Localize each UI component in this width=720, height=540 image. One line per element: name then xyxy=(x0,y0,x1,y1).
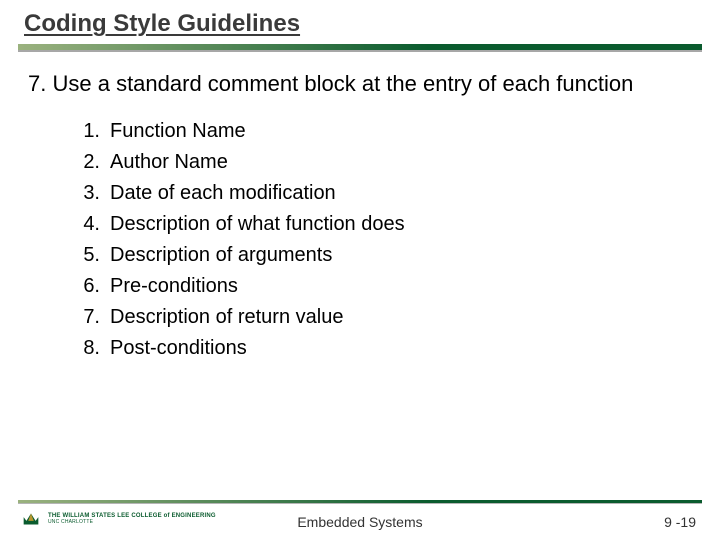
list-item-number: 3. xyxy=(70,178,110,209)
list-item: 6. Pre-conditions xyxy=(70,271,720,302)
list-item: 1. Function Name xyxy=(70,116,720,147)
ordered-list: 1. Function Name 2. Author Name 3. Date … xyxy=(0,98,720,364)
list-item-text: Author Name xyxy=(110,147,228,178)
list-item-text: Post-conditions xyxy=(110,333,247,364)
list-item-number: 7. xyxy=(70,302,110,333)
title-divider-shadow xyxy=(18,50,702,52)
list-item-number: 5. xyxy=(70,240,110,271)
list-item-number: 1. xyxy=(70,116,110,147)
list-item: 8. Post-conditions xyxy=(70,333,720,364)
section-heading: 7. Use a standard comment block at the e… xyxy=(0,52,720,98)
list-item-number: 2. xyxy=(70,147,110,178)
list-item-number: 4. xyxy=(70,209,110,240)
list-item: 5. Description of arguments xyxy=(70,240,720,271)
list-item-text: Description of return value xyxy=(110,302,343,333)
list-item: 3. Date of each modification xyxy=(70,178,720,209)
section-number: 7. xyxy=(28,71,46,96)
list-item: 7. Description of return value xyxy=(70,302,720,333)
list-item-text: Function Name xyxy=(110,116,246,147)
slide-title: Coding Style Guidelines xyxy=(0,0,720,42)
list-item-text: Description of what function does xyxy=(110,209,405,240)
list-item-number: 8. xyxy=(70,333,110,364)
slide-footer: THE WILLIAM STATES LEE COLLEGE of ENGINE… xyxy=(0,500,720,540)
footer-divider-shadow xyxy=(18,503,702,504)
list-item: 4. Description of what function does xyxy=(70,209,720,240)
footer-page-number: 9 -19 xyxy=(664,514,696,530)
section-text: Use a standard comment block at the entr… xyxy=(52,71,633,96)
list-item-text: Date of each modification xyxy=(110,178,336,209)
footer-center-text: Embedded Systems xyxy=(0,514,720,530)
list-item-text: Description of arguments xyxy=(110,240,332,271)
list-item-number: 6. xyxy=(70,271,110,302)
list-item: 2. Author Name xyxy=(70,147,720,178)
list-item-text: Pre-conditions xyxy=(110,271,238,302)
